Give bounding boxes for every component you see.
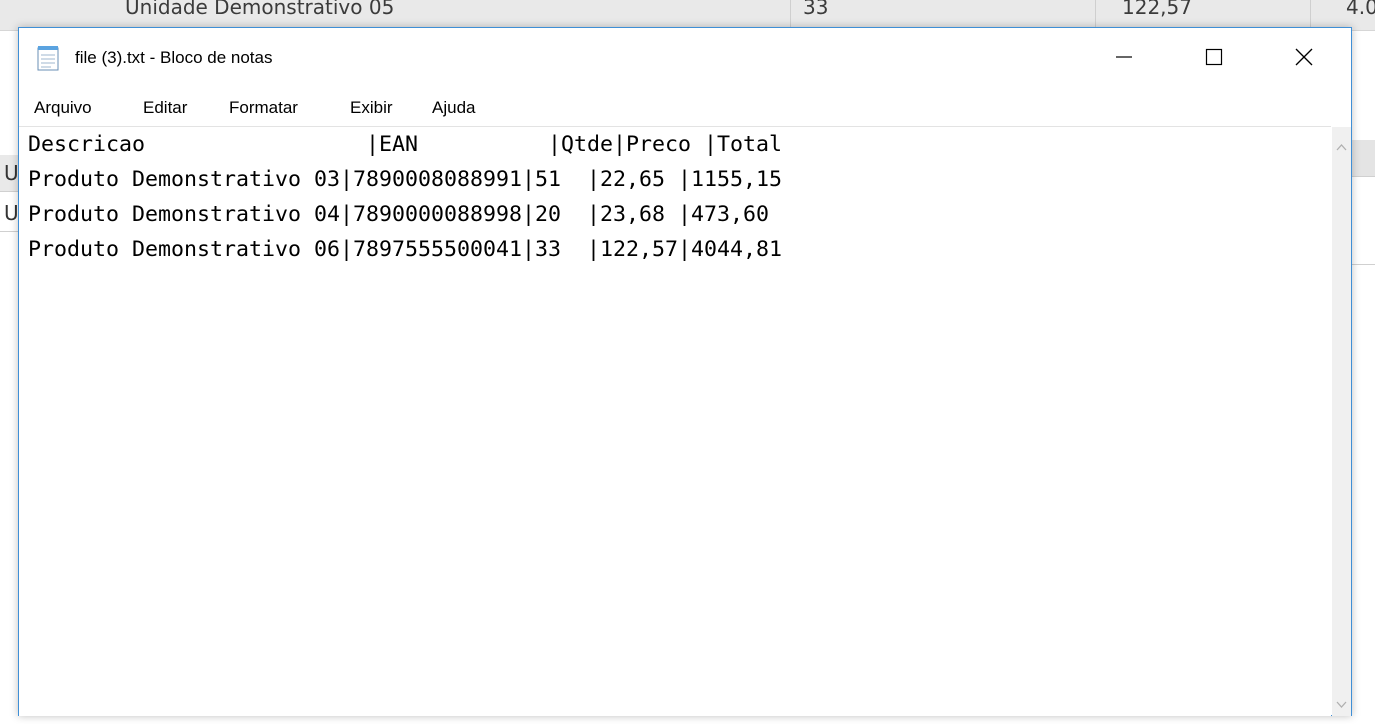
vertical-scrollbar[interactable] bbox=[1332, 127, 1351, 716]
minimize-icon bbox=[1114, 47, 1134, 71]
menu-exibir[interactable]: Exibir bbox=[344, 97, 399, 119]
background-right-row bbox=[1352, 228, 1375, 265]
scroll-down-arrow-icon[interactable] bbox=[1335, 695, 1348, 708]
background-row-qty: 33 bbox=[803, 0, 829, 19]
background-row-description: Unidade Demonstrativo 05 bbox=[125, 0, 395, 19]
menu-bar: Arquivo Editar Formatar Exibir Ajuda bbox=[19, 90, 1351, 126]
menu-editar[interactable]: Editar bbox=[137, 97, 193, 119]
background-side-row: U bbox=[0, 195, 19, 232]
maximize-button[interactable] bbox=[1191, 28, 1237, 90]
minimize-button[interactable] bbox=[1101, 28, 1147, 90]
menu-ajuda[interactable]: Ajuda bbox=[426, 97, 481, 119]
desktop: Unidade Demonstrativo 05 33 122,57 4.0 U… bbox=[0, 0, 1375, 724]
text-line: Produto Demonstrativo 06|7897555500041|3… bbox=[28, 237, 783, 262]
background-cell-divider bbox=[1095, 0, 1096, 30]
close-icon bbox=[1294, 47, 1314, 71]
background-right-row bbox=[1352, 140, 1375, 177]
menu-arquivo[interactable]: Arquivo bbox=[28, 97, 98, 119]
text-line: Descricao |EAN |Qtde|Preco |Total bbox=[28, 132, 783, 157]
title-bar[interactable]: file (3).txt - Bloco de notas bbox=[19, 28, 1351, 90]
text-editor[interactable]: Descricao |EAN |Qtde|Preco |Total Produt… bbox=[19, 126, 1331, 716]
scroll-up-arrow-icon[interactable] bbox=[1335, 137, 1348, 151]
background-side-letter: U bbox=[4, 161, 19, 185]
background-side-row: U bbox=[0, 155, 19, 192]
text-line: Produto Demonstrativo 03|7890008088991|5… bbox=[28, 167, 783, 192]
background-cell-divider bbox=[790, 0, 791, 30]
background-side-letter: U bbox=[4, 201, 19, 225]
notepad-window[interactable]: file (3).txt - Bloco de notas Arquivo Ed… bbox=[18, 27, 1352, 716]
maximize-icon bbox=[1204, 47, 1224, 71]
window-title: file (3).txt - Bloco de notas bbox=[75, 48, 273, 67]
notepad-icon[interactable] bbox=[37, 45, 59, 71]
background-row-price: 122,57 bbox=[1122, 0, 1192, 19]
close-button[interactable] bbox=[1281, 28, 1327, 90]
menu-formatar[interactable]: Formatar bbox=[223, 97, 304, 119]
text-line: Produto Demonstrativo 04|7890000088998|2… bbox=[28, 202, 770, 227]
background-cell-divider bbox=[1310, 0, 1311, 30]
background-row-total: 4.0 bbox=[1346, 0, 1375, 19]
